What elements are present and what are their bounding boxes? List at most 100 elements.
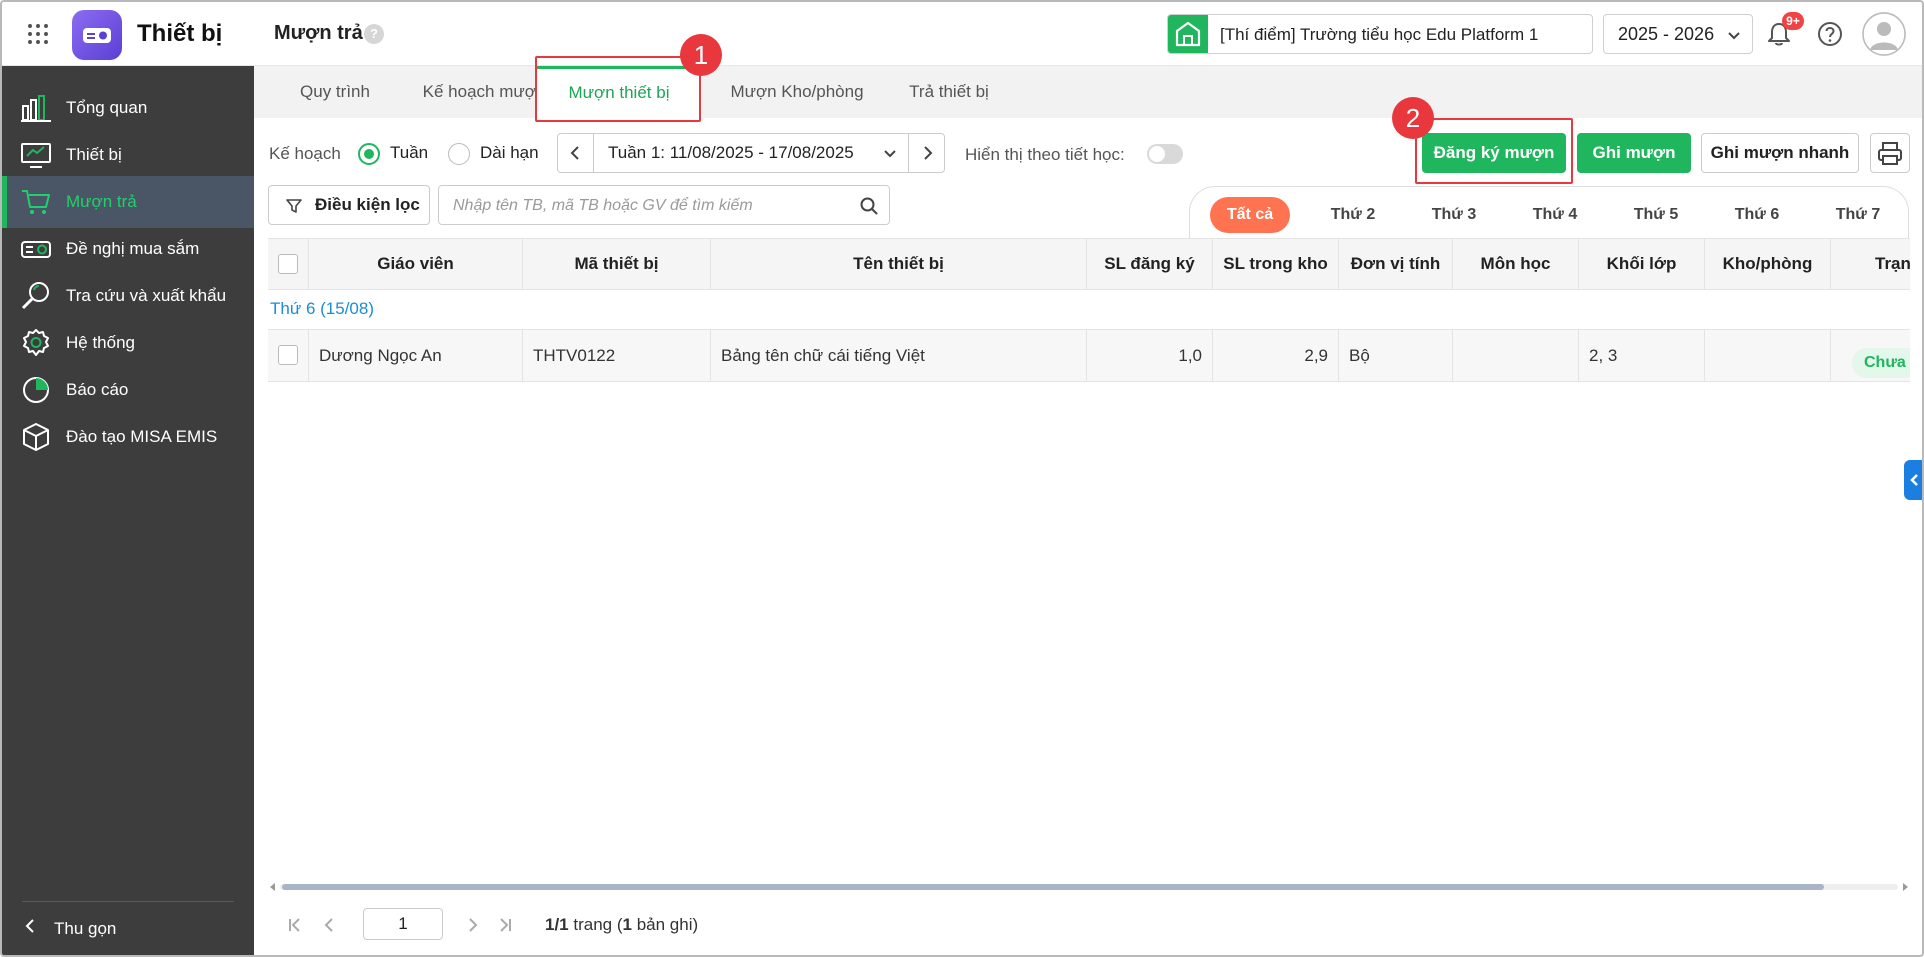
page-count: 1/1 [545,915,569,934]
cart-icon [22,190,50,214]
scrollbar-thumb[interactable] [282,884,1824,890]
column-header-code[interactable]: Mã thiết bị [523,239,711,289]
prev-page-icon[interactable] [320,916,338,934]
tab-quy-trinh[interactable]: Quy trình [270,66,400,118]
pie-chart-icon [23,377,49,403]
annotation-box-2 [1415,118,1573,184]
cell-name: Bảng tên chữ cái tiếng Việt [711,330,1087,381]
sidebar-item-label: Hệ thống [66,333,135,352]
cell-unit: Bộ [1339,330,1453,381]
week-radio[interactable] [358,143,380,165]
search-input[interactable] [453,194,843,218]
week-radio-label: Tuần [390,143,429,162]
print-button[interactable] [1870,133,1910,173]
annotation-number-2: 2 [1392,97,1434,139]
day-tab-thu-2[interactable]: Thứ 2 [1313,197,1393,233]
column-header-grade[interactable]: Khối lớp [1579,239,1705,289]
record-count: 1 [622,915,632,934]
cell-room [1705,330,1831,381]
scroll-right-icon[interactable] [1900,882,1910,892]
last-page-icon[interactable] [496,916,514,934]
column-header-qty-registered[interactable]: SL đăng ký [1087,239,1213,289]
tab-muon-kho-phong[interactable]: Mượn Kho/phòng [712,66,882,118]
cell-qty-registered: 1,0 [1087,330,1213,381]
sidebar-item-thiet-bi[interactable]: Thiết bị [2,129,254,181]
app-window: Thiết bị Mượn trả ? [Thí điểm] Trường ti… [0,0,1924,957]
group-label[interactable]: Thứ 6 (15/08) [270,299,374,319]
sidebar-item-label: Báo cáo [66,380,129,399]
right-panel-toggle[interactable] [1904,460,1922,500]
day-tab-thu-5[interactable]: Thứ 5 [1616,197,1696,233]
chevron-down-icon[interactable] [882,145,898,161]
sidebar-item-tra-cuu[interactable]: Tra cứu và xuất khẩu [2,270,254,322]
page-info-text: trang ( [573,915,623,934]
day-tab-thu-6[interactable]: Thứ 6 [1717,197,1797,233]
filter-button[interactable]: Điều kiện lọc [268,185,430,225]
column-header-subject[interactable]: Môn học [1453,239,1579,289]
long-term-radio[interactable] [448,143,470,165]
column-header-qty-stock[interactable]: SL trong kho [1213,239,1339,289]
column-header-name[interactable]: Tên thiết bị [711,239,1087,289]
page-number-input[interactable]: 1 [363,908,443,940]
cell-grade: 2, 3 [1579,330,1705,381]
tab-tra-thiet-bi[interactable]: Trả thiết bị [882,66,1016,118]
column-header-teacher[interactable]: Giáo viên [309,239,523,289]
help-icon[interactable] [1816,20,1844,48]
period-toggle[interactable] [1147,144,1183,164]
monitor-icon [21,143,51,168]
avatar[interactable] [1862,12,1906,56]
day-tab-all[interactable]: Tất cả [1210,197,1290,233]
scroll-left-icon[interactable] [268,882,278,892]
prev-week-button[interactable] [558,134,594,172]
week-range-value[interactable]: Tuần 1: 11/08/2025 - 17/08/2025 [608,143,854,163]
sidebar-item-muon-tra[interactable]: Mượn trả [2,176,254,228]
day-tab-thu-7[interactable]: Thứ 7 [1818,197,1898,233]
school-year-value: 2025 - 2026 [1618,24,1715,44]
app-title: Thiết bị [137,20,223,47]
chevron-left-icon [570,146,579,160]
row-checkbox[interactable] [278,345,298,365]
gear-icon [23,329,49,356]
first-page-icon[interactable] [286,916,304,934]
sidebar-item-label: Thiết bị [66,145,122,164]
borrow-table: Giáo viên Mã thiết bị Tên thiết bị SL đă… [268,238,1910,388]
status-badge-clip: Chưa mượn [1848,348,1910,378]
pagination: 1 1/1 trang (1 bản ghi) [268,908,968,942]
quick-record-button[interactable]: Ghi mượn nhanh [1701,133,1859,173]
page-help-icon[interactable]: ? [364,24,384,44]
search-box [438,185,890,225]
cell-subject [1453,330,1579,381]
header-select-cell [268,239,309,289]
next-week-button[interactable] [908,134,944,172]
column-header-room[interactable]: Kho/phòng [1705,239,1831,289]
sidebar-item-label: Tra cứu và xuất khẩu [66,286,227,305]
select-all-checkbox[interactable] [278,254,298,274]
school-selector[interactable]: [Thí điểm] Trường tiểu học Edu Platform … [1167,14,1593,54]
search-icon[interactable] [859,196,879,216]
day-tab-thu-4[interactable]: Thứ 4 [1515,197,1595,233]
sidebar-item-de-nghi-mua-sam[interactable]: Đề nghị mua sắm [2,223,254,275]
column-header-status[interactable]: Trạng thái [1831,239,1910,289]
sidebar-item-label: Mượn trả [66,192,137,211]
day-tab-thu-3[interactable]: Thứ 3 [1414,197,1494,233]
projector-icon [21,241,51,258]
next-page-icon[interactable] [464,916,482,934]
school-year-select[interactable]: 2025 - 2026 [1603,14,1753,54]
annotation-box-1 [535,56,701,122]
sidebar-item-tong-quan[interactable]: Tổng quan [2,82,254,134]
column-header-unit[interactable]: Đơn vị tính [1339,239,1453,289]
sidebar-item-label: Đề nghị mua sắm [66,239,200,258]
page-title: Mượn trả [274,22,363,44]
box-icon [23,423,49,451]
record-borrow-button[interactable]: Ghi mượn [1577,133,1691,173]
top-header: Thiết bị Mượn trả ? [Thí điểm] Trường ti… [2,2,1922,66]
sidebar-item-bao-cao[interactable]: Báo cáo [2,364,254,416]
table-row[interactable]: Dương Ngọc An THTV0122 Bảng tên chữ cái … [268,330,1910,382]
sidebar-item-dao-tao[interactable]: Đào tạo MISA EMIS [2,411,254,463]
sidebar-item-he-thong[interactable]: Hệ thống [2,317,254,369]
horizontal-scrollbar[interactable] [268,882,1910,892]
collapse-sidebar-button[interactable]: Thu gọn [24,918,116,939]
app-logo [72,10,122,60]
annotation-number-1: 1 [680,34,722,76]
apps-grid-icon[interactable] [26,22,50,46]
